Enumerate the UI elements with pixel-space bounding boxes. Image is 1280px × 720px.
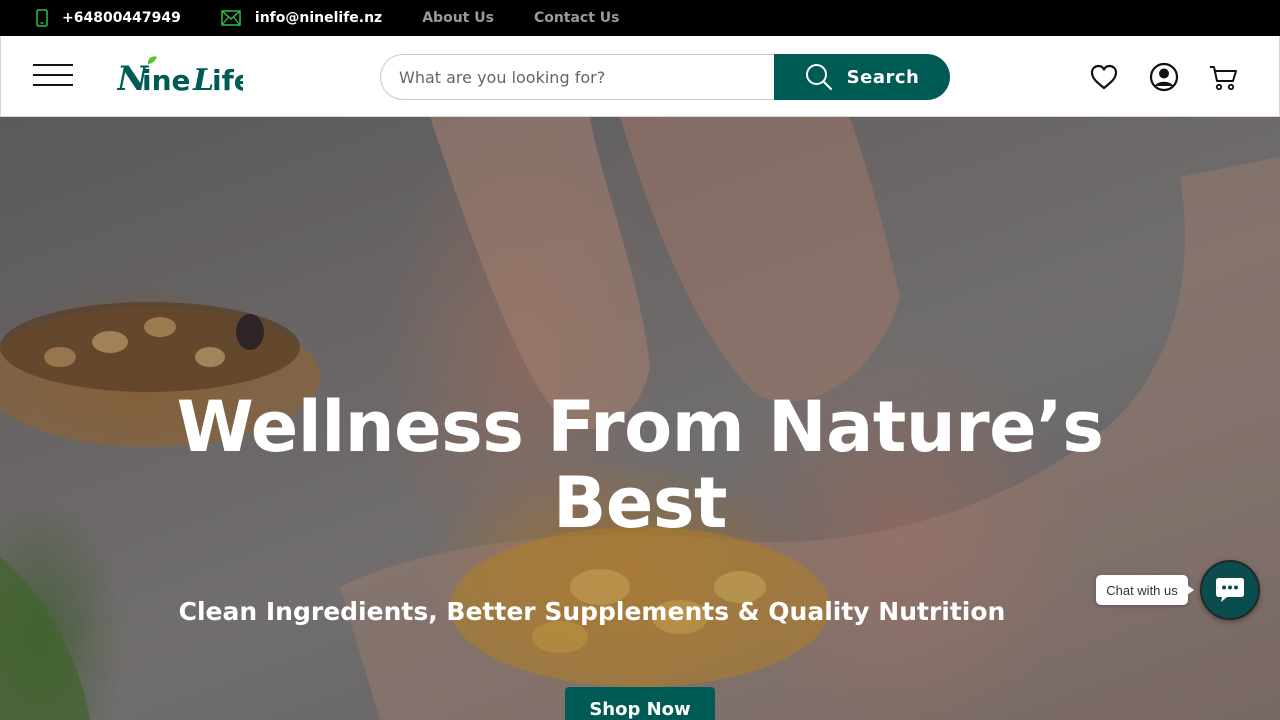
menu-icon-bar <box>33 84 73 86</box>
chat-button[interactable] <box>1200 560 1260 620</box>
menu-icon-bar <box>33 74 73 76</box>
cart-icon[interactable] <box>1208 62 1238 92</box>
hero-banner: Wellness From Nature’s Best Clean Ingred… <box>0 117 1280 720</box>
search-icon <box>805 64 832 91</box>
chat-label[interactable]: Chat with us <box>1096 575 1194 605</box>
shop-now-button[interactable]: Shop Now <box>565 687 715 720</box>
contact-us-link[interactable]: Contact Us <box>534 10 620 26</box>
site-header: N ine L ife Search <box>0 36 1280 117</box>
mail-icon <box>221 10 241 26</box>
svg-text:ine: ine <box>142 64 191 97</box>
hero-title: Wellness From Nature’s Best <box>176 386 1104 544</box>
phone-number: +64800447949 <box>62 10 181 26</box>
search-input[interactable] <box>380 54 774 100</box>
email-address: info@ninelife.nz <box>254 10 383 26</box>
about-us-link[interactable]: About Us <box>422 10 494 26</box>
hero-subtitle: Clean Ingredients, Better Supplements & … <box>178 597 1006 626</box>
menu-button[interactable] <box>33 62 75 92</box>
svg-text:ife: ife <box>212 64 243 97</box>
phone-icon <box>36 9 48 27</box>
chat-bubble-icon <box>1216 578 1244 602</box>
search-button-label: Search <box>846 66 920 88</box>
search-button[interactable]: Search <box>774 54 950 100</box>
heart-icon[interactable] <box>1089 62 1119 92</box>
email-link[interactable]: info@ninelife.nz <box>221 10 382 26</box>
account-icon[interactable] <box>1149 62 1179 92</box>
search-bar: Search <box>380 54 950 100</box>
top-bar: +64800447949 info@ninelife.nz About Us C… <box>0 0 1280 36</box>
menu-icon-bar <box>33 64 73 66</box>
svg-text:L: L <box>192 63 214 98</box>
ninelife-logo[interactable]: N ine L ife <box>117 54 243 100</box>
phone-link[interactable]: +64800447949 <box>36 9 181 27</box>
